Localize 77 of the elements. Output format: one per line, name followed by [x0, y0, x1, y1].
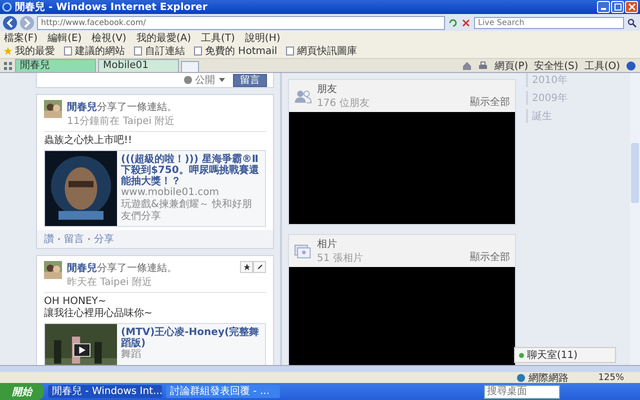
- chat-bar[interactable]: 聊天室(11): [514, 347, 616, 363]
- page-icon: [193, 46, 203, 56]
- menu-item[interactable]: 編輯(E): [48, 30, 82, 44]
- star-icon: [242, 263, 250, 271]
- separator-dot-icon: [87, 237, 91, 241]
- favorites-link[interactable]: 自訂連結: [133, 44, 185, 58]
- security-zone: 網際網路: [516, 370, 568, 384]
- privacy-selector[interactable]: 公開: [183, 73, 227, 87]
- post-text: 讓我往心裡用心品味你~: [44, 308, 154, 320]
- menu-item[interactable]: 檔案(F): [4, 30, 38, 44]
- show-all-link[interactable]: 顯示全部: [470, 250, 510, 264]
- post-action-link[interactable]: 讚: [44, 232, 54, 246]
- desktop-search-field[interactable]: 搜尋桌面: [484, 384, 560, 398]
- widget-title[interactable]: 相片: [317, 237, 363, 251]
- favorites-button[interactable]: 我的最愛: [3, 44, 55, 58]
- horizontal-scrollbar[interactable]: [0, 365, 640, 372]
- quick-tabs-icon[interactable]: [3, 60, 13, 70]
- post-header: 閒春兒分享了一條連結。: [67, 262, 177, 275]
- photos-icon: [294, 244, 312, 258]
- post-header: 閒春兒分享了一條連結。: [67, 100, 177, 114]
- search-icon[interactable]: [627, 18, 637, 28]
- post-text: OH HONEY~: [44, 296, 108, 308]
- page-icon: [285, 46, 296, 56]
- address-field[interactable]: http://www.facebook.com/: [37, 16, 445, 30]
- post-meta: 昨天在 Taipei 附近: [67, 276, 153, 289]
- widget-count: 176 位朋友: [317, 97, 370, 110]
- link-description: 玩遊戲&揀兼創耀～ 快和好朋友們分享: [121, 199, 253, 223]
- page-icon: [133, 46, 143, 56]
- window-title: 閒春兒 - Windows Internet Explorer: [15, 0, 208, 14]
- browser-tab[interactable]: 閒春兒: [15, 59, 96, 72]
- widget-count: 51 張相片: [317, 252, 363, 265]
- printer-icon[interactable]: [478, 60, 488, 70]
- post-button[interactable]: 留言: [233, 74, 267, 86]
- link-title[interactable]: (((超級的啦！))) 星海爭霸®Ⅱ下殺到$750。呷尿嗎挑戰賽還能抽大獎！？: [121, 154, 261, 187]
- minimize-button[interactable]: [597, 1, 610, 13]
- browser-tab[interactable]: Mobile01: [98, 59, 179, 72]
- close-icon: [628, 3, 636, 11]
- browser-logo-icon: [2, 2, 12, 12]
- vertical-scrollbar[interactable]: [630, 73, 640, 365]
- show-all-link[interactable]: 顯示全部: [470, 95, 510, 109]
- menu-item[interactable]: 我的最愛(A): [136, 30, 191, 44]
- back-button[interactable]: [3, 16, 17, 30]
- star-icon: [3, 46, 13, 56]
- favorites-link[interactable]: 建議的網站: [63, 44, 125, 58]
- search-field[interactable]: Live Search: [474, 16, 624, 28]
- people-icon: [294, 88, 312, 104]
- start-button[interactable]: 開始: [0, 383, 44, 400]
- taskbar-window[interactable]: 閒春兒 - Windows Int...: [48, 385, 162, 398]
- favorites-link[interactable]: 網頁快訊圖庫: [285, 44, 358, 58]
- menu-item[interactable]: 說明(H): [244, 30, 280, 44]
- command-menu[interactable]: 網頁(P): [494, 58, 528, 72]
- taskbar-window[interactable]: 討論群組發表回覆 - ...: [166, 385, 280, 398]
- maximize-button[interactable]: [611, 1, 624, 13]
- link-preview[interactable]: (MTV)王心凌-Honey(完整舞蹈版) 舞蹈: [44, 323, 266, 365]
- zoom-level[interactable]: 125%: [598, 372, 624, 382]
- star-button[interactable]: [240, 261, 253, 273]
- post-meta: 11分鐘前在 Taipei 附近: [67, 114, 176, 128]
- new-tab-button[interactable]: [181, 61, 199, 72]
- close-button[interactable]: [625, 1, 638, 13]
- edit-button[interactable]: [253, 261, 266, 273]
- menu-item[interactable]: 檢視(V): [92, 30, 126, 44]
- link-preview[interactable]: (((超級的啦！))) 星海爭霸®Ⅱ下殺到$750。呷尿嗎挑戰賽還能抽大獎！？ www.mobile01.com 玩遊戲&揀兼創耀～ 快和好朋友們分享: [44, 150, 266, 227]
- widget-title[interactable]: 朋友: [317, 82, 370, 96]
- link-title[interactable]: (MTV)王心凌-Honey(完整舞蹈版): [121, 327, 261, 349]
- page-icon: [63, 46, 73, 56]
- pencil-icon: [256, 263, 264, 271]
- command-menu[interactable]: 工具(O): [584, 58, 620, 72]
- refresh-icon[interactable]: [448, 18, 458, 28]
- command-menu[interactable]: 安全性(S): [534, 58, 578, 72]
- post-text: 蟲族之心快上市吧!!: [44, 135, 134, 147]
- stop-icon[interactable]: [461, 18, 471, 28]
- maximize-icon: [614, 3, 622, 11]
- menu-item[interactable]: 工具(T): [201, 30, 235, 44]
- favorites-link[interactable]: 免費的 Hotmail: [193, 44, 278, 58]
- link-domain: www.mobile01.com: [121, 187, 220, 198]
- link-description: 舞蹈: [121, 349, 142, 361]
- separator-dot-icon: [57, 237, 61, 241]
